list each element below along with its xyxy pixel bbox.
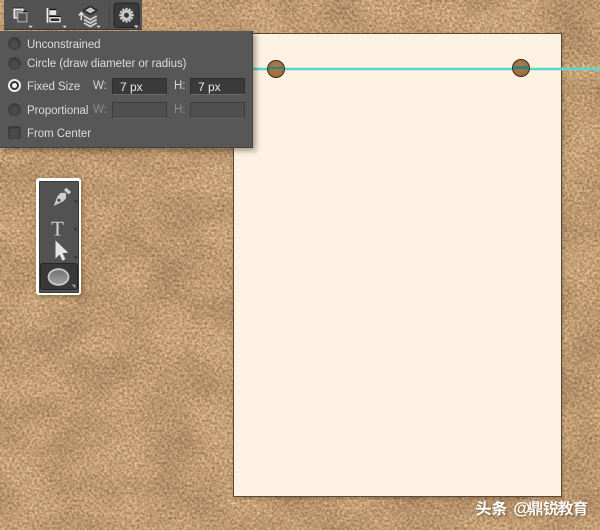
svg-text:@: @ bbox=[513, 498, 530, 518]
